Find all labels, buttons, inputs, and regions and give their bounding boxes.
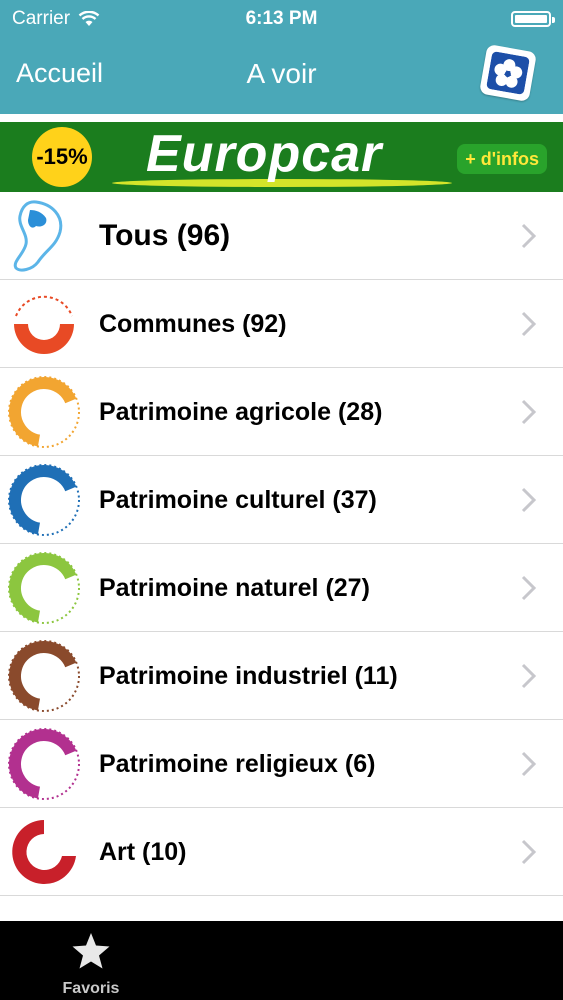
- hibiscus-flower-icon: [486, 51, 530, 95]
- chevron-right-icon: [521, 311, 537, 337]
- patrimoine-religieux-icon: [6, 726, 82, 802]
- page-title: A voir: [246, 58, 317, 89]
- tab-favoris[interactable]: Favoris: [48, 927, 134, 997]
- chevron-right-icon: [521, 839, 537, 865]
- patrimoine-naturel-icon: [6, 550, 82, 626]
- brand-name: Europcar: [146, 125, 383, 183]
- status-time: 6:13 PM: [245, 8, 318, 29]
- category-list: Tous (96) Communes (92) Patrimoine agric…: [0, 192, 563, 896]
- list-item-label: Art (10): [99, 838, 187, 866]
- nav-bar: Accueil A voir: [0, 40, 563, 114]
- list-item-communes[interactable]: Communes (92): [0, 280, 563, 368]
- tab-bar: Favoris: [0, 921, 563, 1000]
- patrimoine-culturel-icon: [6, 462, 82, 538]
- hibiscus-logo-icon[interactable]: [479, 44, 537, 102]
- tab-label: Favoris: [62, 980, 120, 997]
- list-item-label: Patrimoine naturel (27): [99, 574, 370, 602]
- list-item-patrimoine-religieux[interactable]: Patrimoine religieux (6): [0, 720, 563, 808]
- list-item-label: Patrimoine culturel (37): [99, 486, 377, 514]
- more-info-button[interactable]: + d'infos: [457, 144, 547, 174]
- chevron-right-icon: [521, 399, 537, 425]
- status-bar: Carrier 6:13 PM: [0, 0, 563, 40]
- list-item-patrimoine-culturel[interactable]: Patrimoine culturel (37): [0, 456, 563, 544]
- discount-badge: -15%: [32, 127, 92, 187]
- list-item-label: Communes (92): [99, 310, 287, 338]
- europcar-ad-banner[interactable]: -15% Europcar + d'infos: [0, 122, 563, 192]
- list-item-art[interactable]: Art (10): [0, 808, 563, 896]
- patrimoine-agricole-icon: [6, 374, 82, 450]
- chevron-right-icon: [521, 751, 537, 777]
- navigation-header: Carrier 6:13 PM Accueil A voir: [0, 0, 563, 114]
- chevron-right-icon: [521, 663, 537, 689]
- art-icon: [6, 814, 82, 890]
- list-item-label: Patrimoine religieux (6): [99, 750, 376, 778]
- list-item-label: Patrimoine agricole (28): [99, 398, 383, 426]
- list-item-patrimoine-agricole[interactable]: Patrimoine agricole (28): [0, 368, 563, 456]
- list-item-label: Patrimoine industriel (11): [99, 662, 398, 690]
- communes-icon: [6, 286, 82, 362]
- chevron-right-icon: [521, 575, 537, 601]
- chevron-right-icon: [521, 223, 537, 249]
- list-item-label: Tous (96): [99, 219, 231, 252]
- list-item-tous[interactable]: Tous (96): [0, 192, 563, 280]
- guadeloupe-map-icon: [6, 198, 82, 274]
- patrimoine-industriel-icon: [6, 638, 82, 714]
- list-item-patrimoine-industriel[interactable]: Patrimoine industriel (11): [0, 632, 563, 720]
- list-item-patrimoine-naturel[interactable]: Patrimoine naturel (27): [0, 544, 563, 632]
- star-icon: [72, 933, 110, 969]
- chevron-right-icon: [521, 487, 537, 513]
- battery-icon: [511, 11, 555, 27]
